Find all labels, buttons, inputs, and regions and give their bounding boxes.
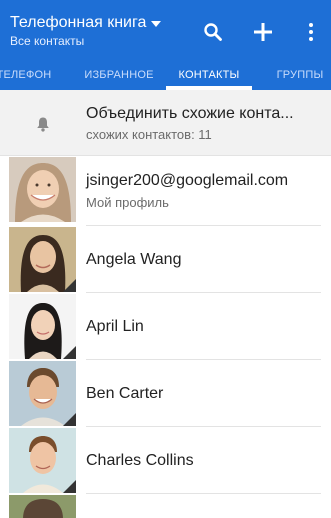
more-vert-icon	[309, 23, 313, 41]
app-bar: Телефонная книга Все контакты	[0, 0, 331, 60]
avatar	[9, 428, 76, 493]
contact-row-angela-wang[interactable]: Angela Wang	[0, 226, 331, 293]
contact-name: Angela Wang	[86, 251, 182, 268]
avatar	[9, 294, 76, 359]
contact-name: April Lin	[86, 318, 144, 335]
search-icon	[204, 23, 222, 41]
search-button[interactable]	[201, 20, 225, 44]
tab-groups[interactable]: ГРУППЫ	[262, 60, 331, 90]
profile-row[interactable]: jsinger200@googlemail.com Мой профиль	[0, 156, 331, 223]
merge-subtitle: схожих контактов: 11	[86, 127, 212, 142]
profile-email: jsinger200@googlemail.com	[86, 172, 289, 189]
title-row: Телефонная книга	[10, 14, 162, 32]
contact-row-april-lin[interactable]: April Lin	[0, 293, 331, 360]
plus-icon	[254, 23, 272, 41]
contact-row-ben-carter[interactable]: Ben Carter	[0, 360, 331, 427]
avatar	[9, 227, 76, 292]
phone-screen: Телефонная книга Все контакты ТЕЛЕФОН ИЗ…	[0, 0, 331, 518]
contact-name: Charles Collins	[86, 452, 194, 469]
contact-name: Ben Carter	[86, 385, 164, 402]
app-subtitle: Все контакты	[10, 34, 85, 48]
tab-phone[interactable]: ТЕЛЕФОН	[0, 60, 62, 90]
avatar	[9, 157, 76, 222]
bell-icon	[37, 117, 49, 132]
contact-row-charles-collins[interactable]: Charles Collins	[0, 427, 331, 494]
merge-suggestion-row[interactable]: Объединить схожие конта... схожих контак…	[0, 90, 331, 155]
avatar	[9, 495, 76, 518]
more-options-button[interactable]	[299, 20, 323, 44]
avatar	[9, 361, 76, 426]
merge-title: Объединить схожие конта...	[86, 105, 294, 122]
tab-favorites[interactable]: ИЗБРАННОЕ	[76, 60, 162, 90]
account-switcher[interactable]: Телефонная книга Все контакты	[10, 14, 162, 48]
profile-subtitle: Мой профиль	[86, 195, 169, 210]
chevron-down-icon	[151, 20, 162, 27]
contact-row-partial[interactable]	[0, 494, 331, 518]
app-title: Телефонная книга	[10, 14, 147, 31]
add-contact-button[interactable]	[251, 20, 275, 44]
